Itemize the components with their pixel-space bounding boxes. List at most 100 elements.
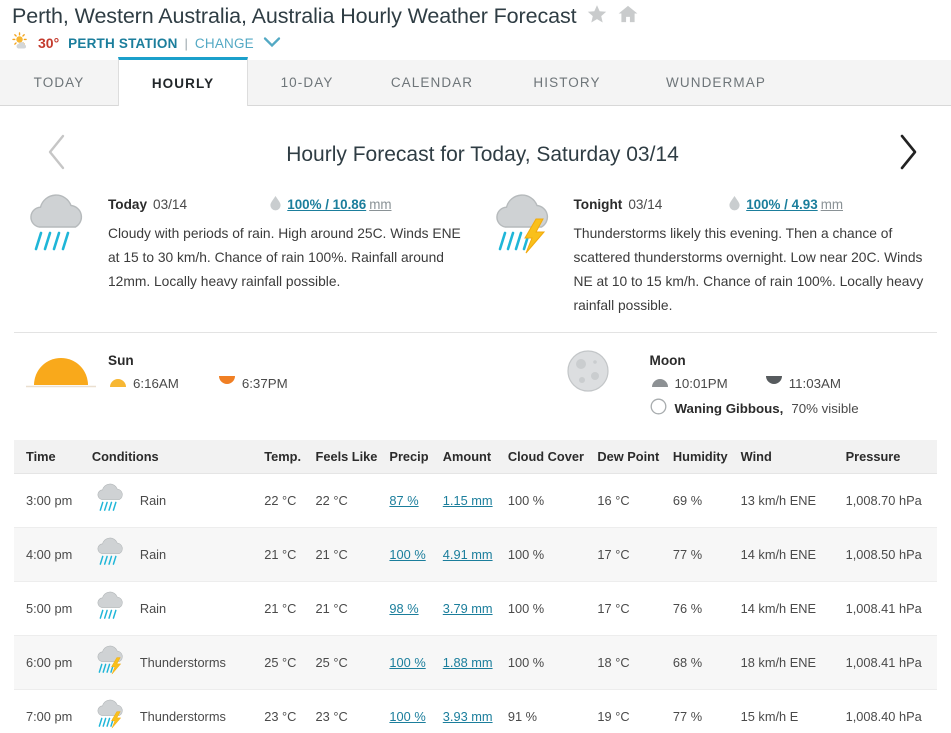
summary-date: 03/14 (628, 196, 663, 212)
col-dew-point[interactable]: Dew Point (591, 440, 667, 474)
summary-today-text: Cloudy with periods of rain. High around… (108, 226, 461, 289)
rain-cloud-icon (22, 189, 108, 318)
table-row[interactable]: 5:00 pm Rain 21 °C 21 °C 98 % 3.79 mm 10… (14, 581, 937, 636)
tab-10-day[interactable]: 10-DAY (248, 59, 366, 105)
cell-pressure: 1,008.50 hPa (839, 527, 937, 582)
cell-temp: 21 °C (258, 527, 310, 582)
chevron-left-icon[interactable] (36, 132, 78, 177)
cell-wind: 13 km/h ENE (734, 473, 840, 528)
cell-dew-point: 16 °C (591, 473, 667, 528)
precip-link[interactable]: 100 % (389, 709, 425, 724)
col-humidity[interactable]: Humidity (666, 440, 735, 474)
cell-pressure: 1,008.41 hPa (839, 635, 937, 690)
sunset-item: 6:37PM (217, 375, 288, 391)
precip-group: 100% / 4.93 mm (728, 195, 939, 214)
amount-link[interactable]: 3.93 mm (443, 709, 493, 724)
moon-icon (564, 347, 650, 418)
tab-history[interactable]: HISTORY (498, 59, 636, 105)
cell-precip: 100 % (383, 635, 437, 690)
summary-tonight-head: Tonight 03/14 100% / 4.93 mm (574, 195, 940, 213)
sunrise-icon (108, 375, 128, 391)
thunderstorm-icon (92, 699, 130, 733)
summary-day-label: Tonight (573, 196, 623, 212)
cell-cloud-cover: 91 % (501, 689, 592, 733)
col-pressure[interactable]: Pressure (839, 440, 937, 474)
cell-pressure: 1,008.41 hPa (839, 581, 937, 636)
table-row[interactable]: 3:00 pm Rain 22 °C 22 °C 87 % 1.15 mm 10… (14, 473, 937, 528)
col-wind[interactable]: Wind (734, 440, 840, 474)
summary-date: 03/14 (153, 196, 188, 212)
cell-amount: 1.88 mm (436, 635, 502, 690)
moonset-time: 11:03AM (788, 375, 841, 391)
cell-time: 5:00 pm (14, 581, 86, 636)
chevron-right-icon[interactable] (887, 132, 929, 177)
cell-humidity: 69 % (666, 473, 735, 528)
cell-humidity: 76 % (666, 581, 735, 636)
star-icon[interactable] (586, 3, 608, 30)
col-cloud-cover[interactable]: Cloud Cover (501, 440, 592, 474)
sun-title: Sun (108, 353, 134, 368)
amount-link[interactable]: 3.79 mm (443, 601, 493, 616)
home-icon[interactable] (617, 3, 639, 30)
moonrise-time: 10:01PM (674, 375, 728, 391)
cell-time: 6:00 pm (14, 635, 86, 690)
cell-feels-like: 25 °C (309, 635, 384, 690)
col-time[interactable]: Time (14, 440, 86, 474)
col-conditions[interactable]: Conditions (85, 440, 259, 474)
precip-link[interactable]: 100 % (389, 547, 425, 562)
summary-tonight-body: Tonight 03/14 100% / 4.93 mm Thunderstor… (574, 189, 940, 318)
precip-link[interactable]: 100 % (389, 655, 425, 670)
table-row[interactable]: 4:00 pm Rain 21 °C 21 °C 100 % 4.91 mm 1… (14, 527, 937, 582)
partly-sunny-icon (12, 32, 31, 54)
precip-link[interactable]: 98 % (389, 601, 418, 616)
tab-wundermap[interactable]: WUNDERMAP (636, 59, 796, 105)
moon-body: Moon 10:01PM 11:03AM Waning Gibbous, 70%… (650, 347, 940, 418)
cell-conditions-label: Rain (139, 547, 167, 562)
forecast-title: Hourly Forecast for Today, Saturday 03/1… (286, 142, 679, 166)
thunderstorm-icon (92, 645, 130, 680)
cell-dew-point: 17 °C (591, 527, 667, 582)
table-row[interactable]: 7:00 pm Thunderstorms 23 °C 23 °C 100 % … (14, 689, 937, 733)
col-precip[interactable]: Precip (383, 440, 437, 474)
amount-link[interactable]: 1.15 mm (443, 493, 493, 508)
sun-body: Sun 6:16AM 6:37PM (108, 347, 476, 418)
cell-time: 7:00 pm (14, 689, 86, 733)
separator: | (184, 35, 188, 51)
precip-amount-link[interactable]: 100% / 4.93 (746, 197, 817, 212)
moon-phase-visibility: 70% visible (791, 400, 859, 416)
cell-conditions: Thunderstorms (85, 635, 259, 690)
col-amount[interactable]: Amount (436, 440, 502, 474)
current-temperature: 30° (38, 35, 60, 51)
cell-feels-like: 22 °C (309, 473, 384, 528)
cell-amount: 1.15 mm (436, 473, 502, 528)
main-tabs: TODAY HOURLY 10-DAY CALENDAR HISTORY WUN… (0, 57, 951, 106)
cell-wind: 18 km/h ENE (734, 635, 840, 690)
amount-link[interactable]: 4.91 mm (443, 547, 493, 562)
cell-amount: 3.93 mm (436, 689, 502, 733)
col-feels-like[interactable]: Feels Like (309, 440, 384, 474)
precip-amount-link[interactable]: 100% / 10.86 (287, 197, 366, 212)
moonset-icon (764, 375, 784, 391)
raindrop-icon (728, 195, 741, 214)
cell-feels-like: 21 °C (309, 581, 384, 636)
sunrise-item: 6:16AM (108, 375, 179, 391)
cell-conditions-label: Rain (139, 601, 167, 616)
col-temp[interactable]: Temp. (258, 440, 310, 474)
cell-precip: 100 % (383, 527, 437, 582)
tab-hourly[interactable]: HOURLY (118, 57, 248, 106)
moon-times: 10:01PM 11:03AM (650, 375, 940, 391)
cell-temp: 23 °C (258, 689, 310, 733)
tab-today[interactable]: TODAY (0, 59, 118, 105)
tab-calendar[interactable]: CALENDAR (366, 59, 498, 105)
table-head: Time Conditions Temp. Feels Like Precip … (14, 440, 937, 474)
amount-link[interactable]: 1.88 mm (443, 655, 493, 670)
table-row[interactable]: 6:00 pm Thunderstorms 25 °C 25 °C 100 % … (14, 635, 937, 690)
cell-cloud-cover: 100 % (501, 527, 592, 582)
precip-link[interactable]: 87 % (389, 493, 418, 508)
cell-wind: 15 km/h E (734, 689, 840, 733)
cell-temp: 25 °C (258, 635, 310, 690)
sun-dome-icon (22, 347, 108, 418)
chevron-down-icon[interactable] (262, 35, 282, 52)
change-location-link[interactable]: CHANGE (195, 36, 254, 51)
cell-conditions-label: Thunderstorms (139, 655, 226, 670)
